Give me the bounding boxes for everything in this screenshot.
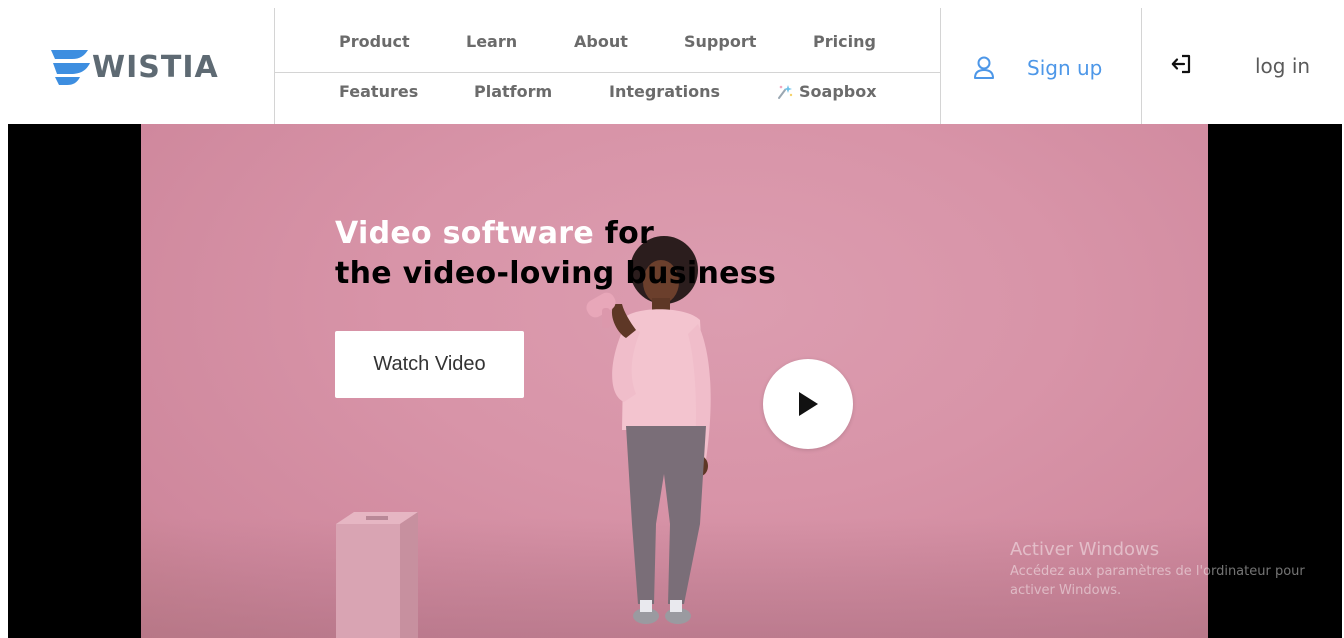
login-link[interactable]: log in	[1255, 54, 1310, 78]
nav-support[interactable]: Support	[684, 32, 756, 51]
nav-soapbox[interactable]: Soapbox	[776, 82, 877, 101]
watermark-title: Activer Windows	[1010, 539, 1160, 560]
login-arrow-icon[interactable]	[1170, 52, 1194, 76]
nav-learn[interactable]: Learn	[466, 32, 517, 51]
headline-highlight: Video software	[335, 216, 595, 251]
divider	[1141, 8, 1142, 124]
nav-product[interactable]: Product	[339, 32, 410, 51]
sparkle-icon	[778, 84, 793, 99]
presenter-image	[586, 236, 711, 624]
user-icon	[974, 56, 994, 79]
headline-line2: the video-loving business	[335, 256, 777, 291]
watermark-subtitle: Accédez aux paramètres de l'ordinateur p…	[1010, 564, 1305, 598]
play-icon	[799, 392, 818, 416]
nav-soapbox-label: Soapbox	[799, 82, 877, 101]
divider	[274, 8, 275, 124]
divider	[940, 8, 941, 124]
nav-integrations[interactable]: Integrations	[609, 82, 720, 101]
play-button[interactable]	[763, 359, 853, 449]
pedestal-image	[336, 512, 418, 638]
logo-wordmark: WISTIA	[92, 49, 219, 85]
windows-activation-watermark: Activer Windows Accédez aux paramètres d…	[1010, 538, 1320, 600]
site-header: WISTIA Product Learn About Support Prici…	[0, 0, 1344, 124]
nav-pricing[interactable]: Pricing	[813, 32, 876, 51]
wistia-logo[interactable]: WISTIA	[50, 44, 235, 90]
signup-label: Sign up	[1027, 56, 1103, 80]
hero-video-section: Video software for the video-loving busi…	[8, 124, 1342, 638]
divider	[275, 72, 940, 73]
signup-link[interactable]: Sign up	[972, 50, 1102, 86]
nav-platform[interactable]: Platform	[474, 82, 552, 101]
nav-features[interactable]: Features	[339, 82, 418, 101]
nav-about[interactable]: About	[574, 32, 628, 51]
hero-headline: Video software for the video-loving busi…	[335, 214, 776, 294]
watch-video-button[interactable]: Watch Video	[335, 331, 524, 398]
headline-line1-rest: for	[594, 216, 655, 251]
wistia-logo-icon	[51, 50, 90, 85]
